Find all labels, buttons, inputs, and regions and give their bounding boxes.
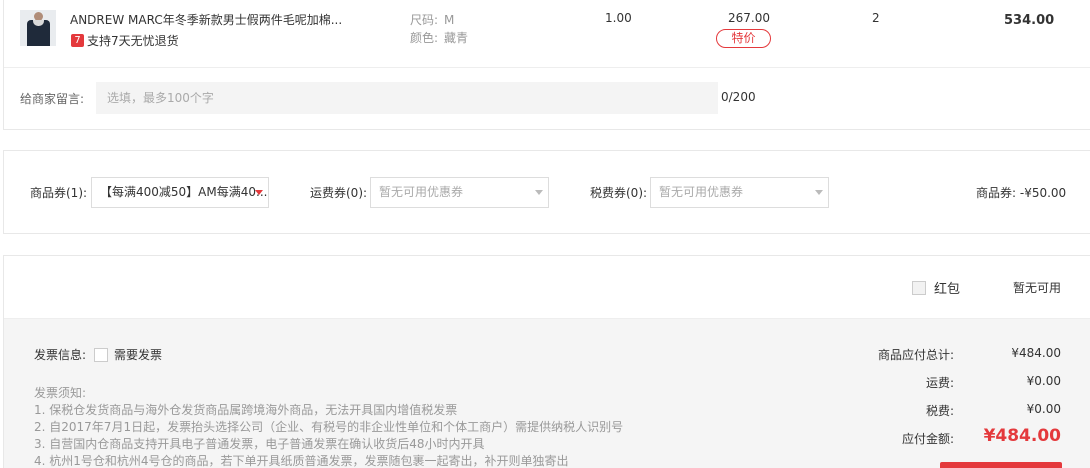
goods-coupon-label: 商品券(1):	[30, 186, 88, 200]
invoice-note: 3. 自营国内仓商品支持开具电子普通发票，电子普通发票在确认收货后48小时内开具	[34, 437, 485, 451]
product-color: 颜色: 藏青	[410, 29, 468, 46]
seller-message-label: 给商家留言:	[20, 92, 85, 106]
payable-amount-value: ¥484.00	[983, 426, 1061, 446]
shipping-fee-label: 运费:	[925, 376, 954, 390]
chevron-down-icon	[815, 190, 823, 195]
goods-coupon-select[interactable]: 【每满400减50】AM每满40...	[91, 177, 269, 208]
message-char-counter: 0/200	[721, 90, 756, 104]
need-invoice-label[interactable]: 需要发票	[114, 346, 162, 363]
size-value: M	[444, 13, 455, 27]
invoice-info: 发票信息: 需要发票	[34, 346, 162, 363]
quantity: 2	[872, 11, 880, 25]
product-thumbnail[interactable]	[20, 10, 56, 46]
product-title[interactable]: ANDREW MARC年冬季新款男士假两件毛呢加棉...	[70, 11, 342, 28]
shipping-coupon-placeholder: 暂无可用优惠券	[379, 185, 464, 199]
red-envelope-checkbox[interactable]	[912, 280, 926, 295]
shipping-fee-value: ¥0.00	[1026, 374, 1061, 388]
item-subtotal: 534.00	[1004, 13, 1055, 28]
goods-total-value: ¥484.00	[1011, 346, 1061, 360]
return-policy: 7 支持7天无忧退货	[71, 32, 179, 49]
shipping-coupon-label: 运费券(0):	[310, 186, 368, 200]
color-label: 颜色:	[410, 31, 439, 45]
section-divider	[4, 67, 1090, 68]
coupon-discount-summary: 商品券: -¥50.00	[976, 186, 1067, 200]
goods-total-label: 商品应付总计:	[877, 348, 954, 362]
unit-price: 267.00	[728, 11, 770, 25]
invoice-note: 1. 保税仓发货商品与海外仓发货商品属跨境海外商品，无法开具国内增值税发票	[34, 403, 458, 417]
invoice-note: 2. 自2017年7月1日起，发票抬头选择公司（企业、有税号的非企业性单位和个体…	[34, 420, 624, 434]
tax-fee-value: ¥0.00	[1026, 402, 1061, 416]
special-price-tag: 特价	[716, 29, 771, 48]
submit-order-button[interactable]	[940, 462, 1062, 468]
tax-coupon-placeholder: 暂无可用优惠券	[659, 185, 744, 199]
shipping-coupon-select[interactable]: 暂无可用优惠券	[370, 177, 549, 208]
seller-message-input[interactable]	[96, 82, 718, 114]
return-badge-icon: 7	[71, 34, 84, 47]
invoice-notes-title: 发票须知:	[34, 386, 87, 400]
payable-amount-label: 应付金额:	[901, 432, 954, 446]
tax-fee-label: 税费:	[925, 404, 954, 418]
chevron-down-icon	[255, 190, 263, 195]
product-size: 尺码: M	[410, 11, 454, 28]
color-value: 藏青	[444, 31, 469, 45]
return-policy-text: 支持7天无忧退货	[87, 34, 179, 48]
tax-coupon-label: 税费券(0):	[590, 186, 648, 200]
red-envelope-option[interactable]: 红包	[912, 278, 960, 297]
invoice-notes: 发票须知: 1. 保税仓发货商品与海外仓发货商品属跨境海外商品，无法开具国内增值…	[34, 385, 623, 468]
red-envelope-label: 红包	[934, 282, 961, 297]
chevron-down-icon	[535, 190, 543, 195]
tax-coupon-select[interactable]: 暂无可用优惠券	[650, 177, 829, 208]
invoice-note: 4. 杭州1号仓和杭州4号仓的商品，若下单开具纸质普通发票，发票随包裹一起寄出，…	[34, 454, 569, 468]
need-invoice-checkbox[interactable]	[94, 347, 109, 362]
goods-coupon-value: 【每满400减50】AM每满40...	[100, 185, 268, 199]
size-label: 尺码:	[410, 13, 439, 27]
red-envelope-status: 暂无可用	[1013, 281, 1062, 295]
tax-rate: 1.00	[605, 11, 632, 25]
invoice-label: 发票信息:	[34, 348, 87, 362]
